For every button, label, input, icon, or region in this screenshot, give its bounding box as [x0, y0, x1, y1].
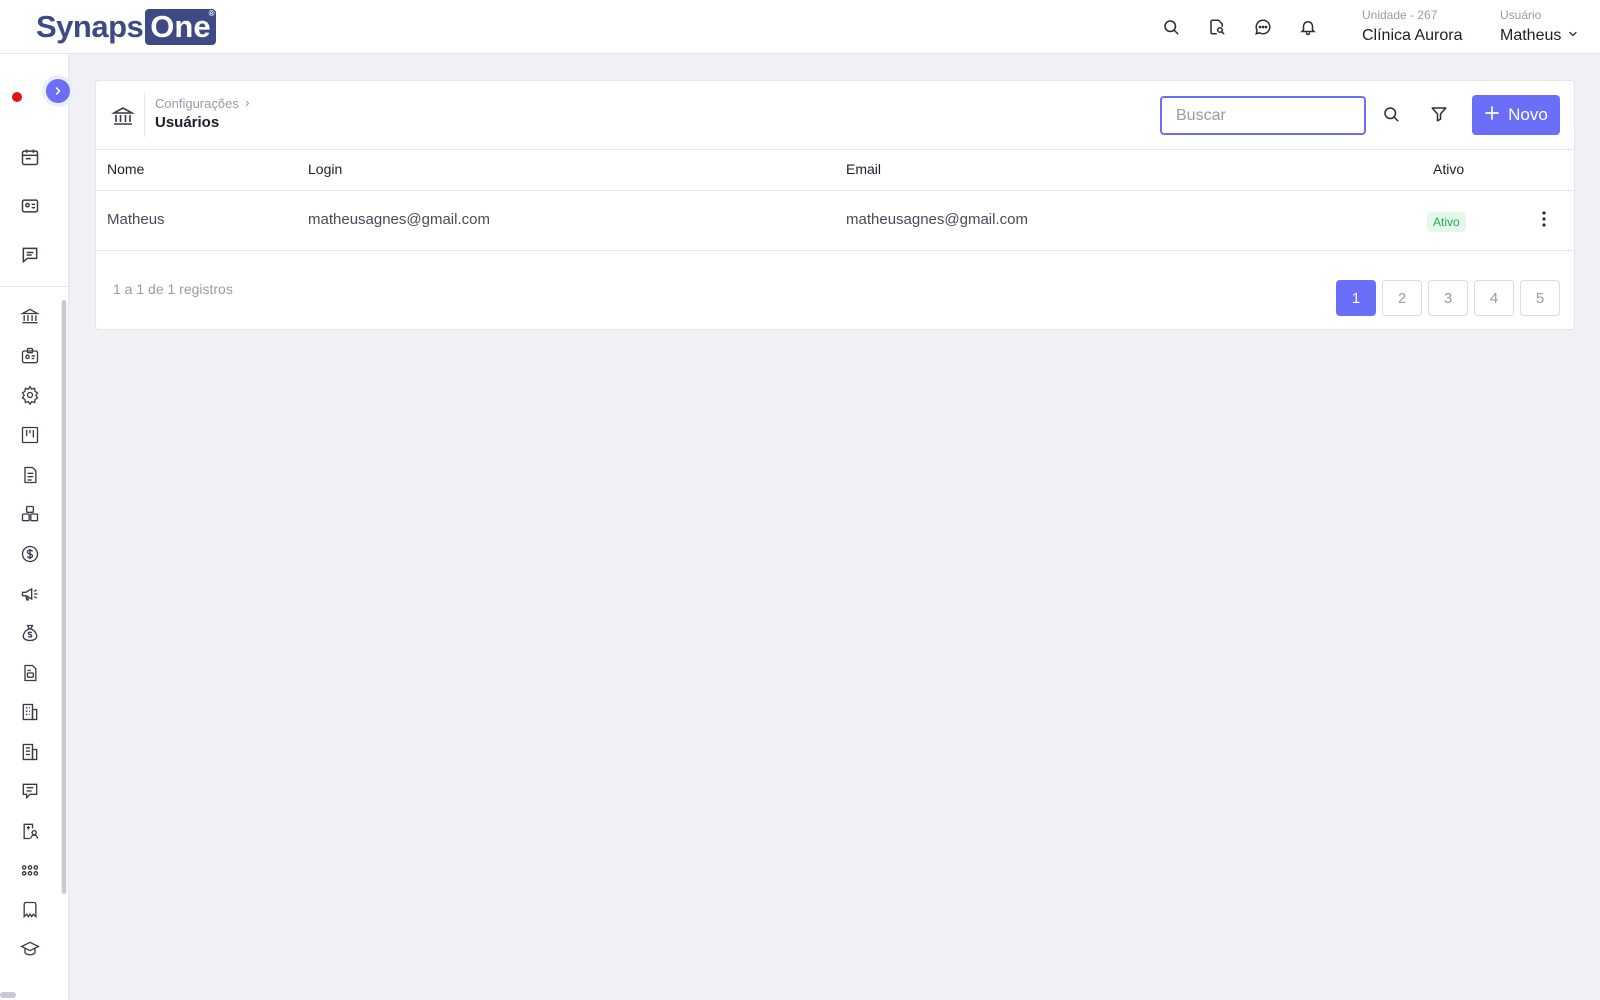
- search-icon[interactable]: [1159, 15, 1183, 39]
- comment-icon[interactable]: [19, 780, 41, 802]
- page-button-4[interactable]: 4: [1474, 280, 1514, 316]
- breadcrumb[interactable]: Configurações: [155, 96, 252, 111]
- column-header-ativo[interactable]: Ativo: [1433, 161, 1464, 177]
- column-header-nome[interactable]: Nome: [107, 161, 144, 177]
- gear-icon[interactable]: [19, 384, 41, 406]
- page-title: Usuários: [155, 114, 220, 131]
- tooth-icon[interactable]: [19, 899, 41, 921]
- megaphone-icon[interactable]: [19, 583, 41, 605]
- bank-icon: [110, 103, 136, 129]
- unit-selector[interactable]: Unidade - 267 Clínica Aurora: [1362, 8, 1463, 47]
- id-card-icon[interactable]: [19, 195, 41, 217]
- recording-indicator: [12, 92, 22, 102]
- page-button-3[interactable]: 3: [1428, 280, 1468, 316]
- bank-icon[interactable]: [19, 305, 41, 327]
- chevron-down-icon: [1567, 25, 1579, 47]
- building-icon[interactable]: [19, 701, 41, 723]
- new-user-button[interactable]: Novo: [1472, 95, 1560, 135]
- cell-nome: Matheus: [107, 211, 165, 228]
- plus-icon: [1484, 105, 1500, 126]
- chat-icon[interactable]: [1251, 15, 1275, 39]
- sidebar: [0, 54, 70, 1000]
- money-bag-icon[interactable]: [19, 622, 41, 644]
- bell-icon[interactable]: [1296, 15, 1320, 39]
- page-button-5[interactable]: 5: [1520, 280, 1560, 316]
- filter-button[interactable]: [1426, 103, 1452, 129]
- chevron-right-icon: [243, 96, 252, 111]
- column-header-email[interactable]: Email: [846, 161, 881, 177]
- search-icon: [1382, 105, 1400, 128]
- kebab-menu-icon: [1541, 210, 1547, 233]
- users-card: Configurações Usuários Novo Nome Login E…: [95, 80, 1575, 330]
- row-actions-button[interactable]: [1534, 209, 1554, 233]
- message-icon[interactable]: [19, 244, 41, 266]
- calendar-icon[interactable]: [19, 146, 41, 168]
- column-header-login[interactable]: Login: [308, 161, 342, 177]
- table-header-divider: [96, 190, 1574, 191]
- status-badge: Ativo: [1427, 212, 1466, 232]
- cell-login: matheusagnes@gmail.com: [308, 211, 490, 228]
- page-button-2[interactable]: 2: [1382, 280, 1422, 316]
- unit-name: Clínica Aurora: [1362, 27, 1463, 44]
- search-button[interactable]: [1378, 103, 1404, 129]
- building-alt-icon[interactable]: [19, 741, 41, 763]
- logo-badge: One ®: [145, 9, 216, 45]
- breadcrumb-item-configuracoes[interactable]: Configurações: [155, 96, 239, 111]
- sidebar-scrollbar[interactable]: [62, 300, 66, 894]
- boxes-icon[interactable]: [19, 503, 41, 525]
- clipboard-user-icon[interactable]: [19, 820, 41, 842]
- page-button-1[interactable]: 1: [1336, 280, 1376, 316]
- file-text-icon[interactable]: [19, 662, 41, 684]
- records-count: 1 a 1 de 1 registros: [113, 281, 233, 297]
- header-divider: [144, 93, 145, 137]
- logo[interactable]: Synaps One ®: [36, 8, 216, 46]
- search-input[interactable]: [1160, 96, 1366, 135]
- filter-icon: [1430, 105, 1448, 128]
- cell-email: matheusagnes@gmail.com: [846, 211, 1028, 228]
- graduation-cap-icon[interactable]: [19, 938, 41, 960]
- user-label: Usuário: [1500, 8, 1542, 22]
- logo-text: Synaps: [36, 9, 144, 44]
- card-header: Configurações Usuários Novo: [96, 81, 1574, 150]
- new-button-label: Novo: [1508, 105, 1548, 124]
- user-name: Matheus: [1500, 27, 1562, 44]
- table-row-divider: [96, 250, 1574, 251]
- dots-grid-icon[interactable]: [19, 859, 41, 881]
- document-search-icon[interactable]: [1205, 15, 1229, 39]
- horizontal-scrollbar[interactable]: [0, 992, 16, 998]
- badge-icon[interactable]: [19, 345, 41, 367]
- document-icon[interactable]: [19, 464, 41, 486]
- top-bar: Synaps One ® Unidade - 267 Clínica Aurora…: [0, 0, 1600, 54]
- sidebar-divider: [0, 286, 68, 287]
- unit-label: Unidade - 267: [1362, 8, 1438, 22]
- user-menu[interactable]: Usuário Matheus: [1500, 8, 1579, 47]
- dollar-icon[interactable]: [19, 543, 41, 565]
- sidebar-toggle-button[interactable]: [46, 79, 70, 103]
- kanban-icon[interactable]: [19, 424, 41, 446]
